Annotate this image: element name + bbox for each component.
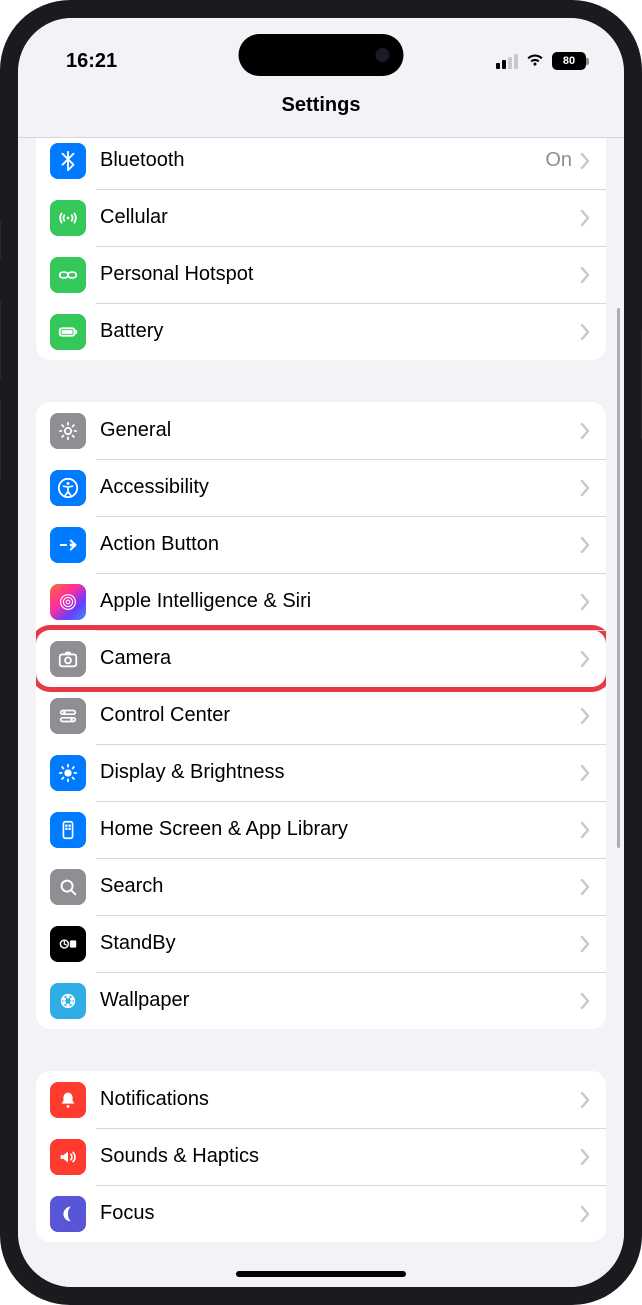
settings-row-label: Focus: [100, 1202, 580, 1225]
settings-row-label: Apple Intelligence & Siri: [100, 590, 580, 613]
settings-row-cellular[interactable]: Cellular: [36, 189, 606, 246]
screen: 16:21 80 Settings BluetoothOn Cellular Per…: [18, 18, 624, 1287]
chevron-right-icon: [580, 1206, 590, 1222]
control-center-icon: [50, 698, 86, 734]
settings-row-apple-intelligence-siri[interactable]: Apple Intelligence & Siri: [36, 573, 606, 630]
chevron-right-icon: [580, 822, 590, 838]
settings-row-value: On: [545, 149, 572, 172]
accessibility-icon: [50, 470, 86, 506]
settings-row-label: Notifications: [100, 1088, 580, 1111]
chevron-right-icon: [580, 1149, 590, 1165]
settings-row-label: Display & Brightness: [100, 761, 580, 784]
cellular-signal-icon: [496, 54, 518, 69]
settings-row-label: Cellular: [100, 206, 580, 229]
settings-row-label: Camera: [100, 647, 580, 670]
battery-icon: [50, 314, 86, 350]
settings-row-general[interactable]: General: [36, 402, 606, 459]
siri-icon: [50, 584, 86, 620]
hotspot-icon: [50, 257, 86, 293]
chevron-right-icon: [580, 708, 590, 724]
settings-row-battery[interactable]: Battery: [36, 303, 606, 360]
home-indicator[interactable]: [236, 1271, 406, 1277]
sounds-icon: [50, 1139, 86, 1175]
chevron-right-icon: [580, 1092, 590, 1108]
settings-group-connectivity: BluetoothOn Cellular Personal Hotspot Batte…: [36, 138, 606, 360]
chevron-right-icon: [580, 765, 590, 781]
home-screen-icon: [50, 812, 86, 848]
settings-row-label: General: [100, 419, 580, 442]
settings-list[interactable]: BluetoothOn Cellular Personal Hotspot Batte…: [18, 138, 624, 1287]
wallpaper-icon: [50, 983, 86, 1019]
chevron-right-icon: [580, 537, 590, 553]
gear-icon: [50, 413, 86, 449]
chevron-right-icon: [580, 936, 590, 952]
settings-row-label: Home Screen & App Library: [100, 818, 580, 841]
dynamic-island: [239, 34, 404, 76]
phone-frame: 16:21 80 Settings BluetoothOn Cellular Per…: [0, 0, 642, 1305]
settings-row-focus[interactable]: Focus: [36, 1185, 606, 1242]
camera-icon: [50, 641, 86, 677]
settings-row-personal-hotspot[interactable]: Personal Hotspot: [36, 246, 606, 303]
settings-row-bluetooth[interactable]: BluetoothOn: [36, 138, 606, 189]
settings-row-notifications[interactable]: Notifications: [36, 1071, 606, 1128]
focus-icon: [50, 1196, 86, 1232]
page-title: Settings: [18, 88, 624, 138]
bluetooth-icon: [50, 143, 86, 179]
settings-row-action-button[interactable]: Action Button: [36, 516, 606, 573]
chevron-right-icon: [580, 480, 590, 496]
settings-row-label: Battery: [100, 320, 580, 343]
chevron-right-icon: [580, 993, 590, 1009]
chevron-right-icon: [580, 594, 590, 610]
volume-up-button: [0, 300, 1, 380]
cellular-icon: [50, 200, 86, 236]
status-indicators: 80: [496, 51, 586, 72]
chevron-right-icon: [580, 879, 590, 895]
settings-row-label: Wallpaper: [100, 989, 580, 1012]
settings-row-label: Sounds & Haptics: [100, 1145, 580, 1168]
settings-row-label: Personal Hotspot: [100, 263, 580, 286]
settings-row-home-screen[interactable]: Home Screen & App Library: [36, 801, 606, 858]
battery-icon: 80: [552, 52, 586, 70]
chevron-right-icon: [580, 210, 590, 226]
settings-group-system: General Accessibility Action Button Apple I…: [36, 402, 606, 1029]
scroll-indicator[interactable]: [617, 308, 620, 848]
settings-row-label: Control Center: [100, 704, 580, 727]
settings-row-wallpaper[interactable]: Wallpaper: [36, 972, 606, 1029]
settings-row-control-center[interactable]: Control Center: [36, 687, 606, 744]
notifications-icon: [50, 1082, 86, 1118]
battery-percent: 80: [563, 55, 575, 67]
camera-dot-icon: [376, 48, 390, 62]
settings-row-camera[interactable]: Camera: [36, 630, 606, 687]
settings-row-label: Accessibility: [100, 476, 580, 499]
settings-row-display-brightness[interactable]: Display & Brightness: [36, 744, 606, 801]
settings-row-label: Action Button: [100, 533, 580, 556]
action-button-icon: [50, 527, 86, 563]
settings-row-accessibility[interactable]: Accessibility: [36, 459, 606, 516]
side-button: [0, 220, 1, 260]
chevron-right-icon: [580, 423, 590, 439]
brightness-icon: [50, 755, 86, 791]
settings-row-label: Search: [100, 875, 580, 898]
status-time: 16:21: [66, 50, 117, 73]
settings-row-search[interactable]: Search: [36, 858, 606, 915]
wifi-icon: [524, 51, 546, 72]
volume-down-button: [0, 400, 1, 480]
settings-group-notifications: Notifications Sounds & Haptics Focus: [36, 1071, 606, 1242]
settings-row-label: StandBy: [100, 932, 580, 955]
chevron-right-icon: [580, 324, 590, 340]
chevron-right-icon: [580, 267, 590, 283]
chevron-right-icon: [580, 153, 590, 169]
settings-row-sounds-haptics[interactable]: Sounds & Haptics: [36, 1128, 606, 1185]
search-icon: [50, 869, 86, 905]
chevron-right-icon: [580, 651, 590, 667]
settings-row-label: Bluetooth: [100, 149, 545, 172]
settings-row-standby[interactable]: StandBy: [36, 915, 606, 972]
standby-icon: [50, 926, 86, 962]
